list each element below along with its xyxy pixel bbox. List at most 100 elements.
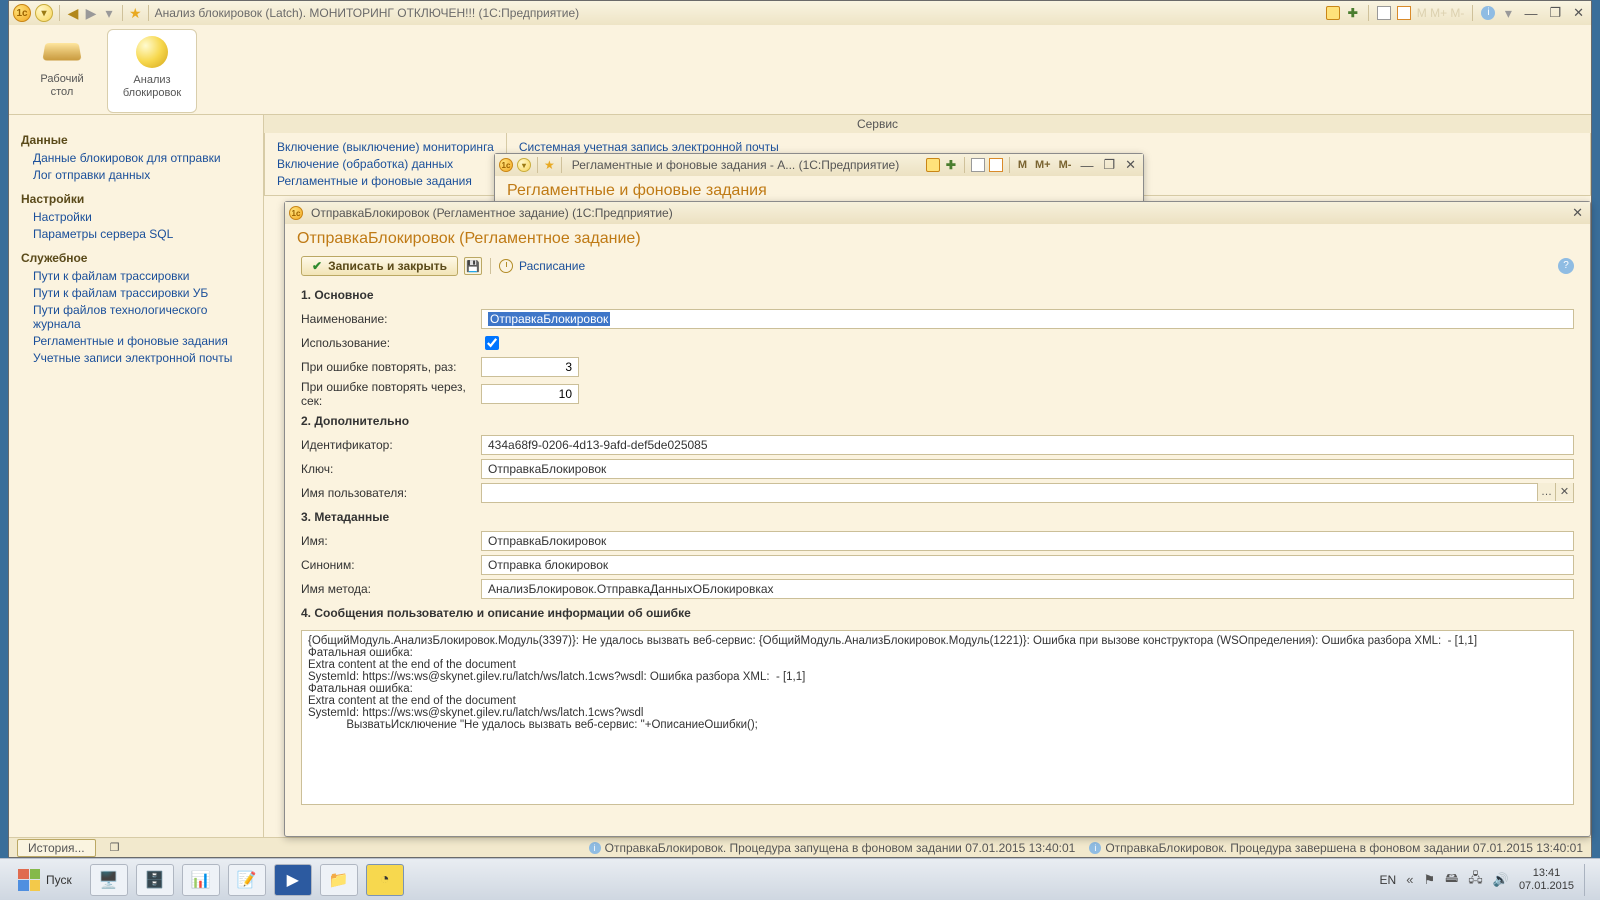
- service-link[interactable]: Включение (обработка) данных: [277, 157, 494, 171]
- sidebar-link[interactable]: Учетные записи электронной почты: [33, 351, 251, 365]
- start-button[interactable]: Пуск: [8, 866, 82, 894]
- tray-flag-icon[interactable]: ⚑: [1423, 872, 1435, 888]
- task-editor[interactable]: 📝: [228, 864, 266, 896]
- task-1c[interactable]: ◔: [366, 864, 404, 896]
- dropdown-icon[interactable]: ▾: [35, 4, 53, 22]
- task-explorer[interactable]: 🖥️: [90, 864, 128, 896]
- name-input[interactable]: ОтправкаБлокировок: [481, 309, 1574, 329]
- task-sql[interactable]: 📊: [182, 864, 220, 896]
- sidebar-link[interactable]: Лог отправки данных: [33, 168, 251, 182]
- tray-expand-icon[interactable]: «: [1406, 872, 1413, 887]
- tray-device-icon[interactable]: 🖴: [1445, 869, 1458, 891]
- task-server[interactable]: 🗄️: [136, 864, 174, 896]
- m-plus-button[interactable]: M+: [1033, 159, 1053, 171]
- calculator-icon[interactable]: [1377, 6, 1391, 20]
- schedule-link[interactable]: Расписание: [519, 259, 585, 273]
- sidebar-link[interactable]: Данные блокировок для отправки: [33, 151, 251, 165]
- method-input[interactable]: [481, 579, 1574, 599]
- sidebar-link[interactable]: Параметры сервера SQL: [33, 227, 251, 241]
- close-button[interactable]: ✕: [1570, 5, 1587, 21]
- tray-sound-icon[interactable]: 🔊: [1493, 872, 1509, 888]
- language-indicator[interactable]: EN: [1380, 873, 1397, 887]
- favorites-list-icon[interactable]: [1326, 6, 1340, 20]
- add-icon[interactable]: ✚: [1346, 6, 1360, 20]
- sidebar-link[interactable]: Пути к файлам трассировки УБ: [33, 286, 251, 300]
- section-analysis[interactable]: Анализ блокировок: [107, 29, 197, 113]
- sidebar-link[interactable]: Пути к файлам трассировки: [33, 269, 251, 283]
- key-input[interactable]: [481, 459, 1574, 479]
- sidebar-link[interactable]: Регламентные и фоновые задания: [33, 334, 251, 348]
- dialog-toolbar: ✔ Записать и закрыть 💾 Расписание ?: [285, 254, 1590, 282]
- select-button[interactable]: …: [1537, 483, 1555, 501]
- username-input[interactable]: [481, 483, 1574, 503]
- nav-back-icon[interactable]: ◀: [66, 5, 80, 22]
- use-checkbox[interactable]: [485, 336, 499, 350]
- dropdown-icon[interactable]: ▾: [517, 158, 531, 172]
- desk-icon: [42, 43, 81, 60]
- tray-network-icon[interactable]: 🖧: [1468, 869, 1483, 891]
- error-textarea[interactable]: {ОбщийМодуль.АнализБлокировок.Модуль(339…: [301, 630, 1574, 805]
- calculator-icon[interactable]: [971, 158, 985, 172]
- synonym-input[interactable]: [481, 555, 1574, 575]
- app-icon[interactable]: 1с: [289, 206, 303, 220]
- retry-interval-input[interactable]: [481, 384, 579, 404]
- identifier-input[interactable]: [481, 435, 1574, 455]
- main-window: 1с ▾ ◀ ▶ ▾ ★ Анализ блокировок (Latch). …: [8, 0, 1592, 858]
- separator: [148, 5, 149, 21]
- sidebar-link[interactable]: Пути файлов технологического журнала: [33, 303, 251, 331]
- history-button[interactable]: История...: [17, 839, 96, 857]
- add-icon[interactable]: ✚: [944, 158, 958, 172]
- dialog-window: 1с ОтправкаБлокировок (Регламентное зада…: [284, 201, 1591, 837]
- maximize-button[interactable]: ❐: [1100, 157, 1118, 173]
- retry-count-input[interactable]: [481, 357, 579, 377]
- meta-name-input[interactable]: [481, 531, 1574, 551]
- m-button[interactable]: M: [1016, 159, 1029, 171]
- task-powershell[interactable]: ▶: [274, 864, 312, 896]
- separator: [59, 5, 60, 21]
- check-icon: ✔: [312, 259, 322, 273]
- app-menu-icon[interactable]: 1с: [13, 4, 31, 22]
- favorite-icon[interactable]: ★: [544, 158, 555, 172]
- app-icon[interactable]: 1с: [499, 158, 513, 172]
- save-and-close-button[interactable]: ✔ Записать и закрыть: [301, 256, 458, 276]
- sidebar-link[interactable]: Настройки: [33, 210, 251, 224]
- help-dropdown-icon[interactable]: ▾: [1501, 5, 1515, 22]
- close-button[interactable]: ✕: [1569, 205, 1586, 221]
- help-icon[interactable]: i: [1481, 6, 1495, 20]
- show-desktop-button[interactable]: [1584, 864, 1592, 896]
- m-button[interactable]: M M+ M-: [1417, 6, 1465, 20]
- selected-text: ОтправкаБлокировок: [488, 312, 610, 326]
- field-label: Ключ:: [301, 462, 481, 476]
- windows-icon[interactable]: ❐: [106, 839, 124, 857]
- clear-button[interactable]: ✕: [1555, 483, 1573, 501]
- minimize-button[interactable]: —: [1077, 158, 1096, 173]
- save-button[interactable]: 💾: [464, 257, 482, 275]
- windows-logo-icon: [18, 869, 40, 891]
- nav-dropdown-icon[interactable]: ▾: [102, 5, 116, 22]
- separator: [490, 258, 491, 274]
- tray-time: 13:41: [1519, 867, 1574, 879]
- help-icon[interactable]: ?: [1558, 258, 1574, 274]
- separator: [1472, 5, 1473, 21]
- service-link[interactable]: Системная учетная запись электронной поч…: [519, 140, 779, 154]
- minimize-button[interactable]: —: [1521, 6, 1540, 21]
- nav-fwd-icon[interactable]: ▶: [84, 5, 98, 22]
- tray-clock[interactable]: 13:41 07.01.2015: [1519, 867, 1574, 891]
- favorites-icon[interactable]: [926, 158, 940, 172]
- section-desktop[interactable]: Рабочий стол: [17, 29, 107, 113]
- maximize-button[interactable]: ❐: [1546, 5, 1564, 21]
- service-link[interactable]: Включение (выключение) мониторинга: [277, 140, 494, 154]
- section-header: 3. Метаданные: [301, 510, 1574, 524]
- calendar-icon[interactable]: [989, 158, 1003, 172]
- task-files[interactable]: 📁: [320, 864, 358, 896]
- section-label: стол: [51, 86, 74, 99]
- close-button[interactable]: ✕: [1122, 157, 1139, 173]
- calendar-icon[interactable]: [1397, 6, 1411, 20]
- field-label: Имя метода:: [301, 582, 481, 596]
- service-link[interactable]: Регламентные и фоновые задания: [277, 174, 494, 188]
- sphere-icon: [136, 36, 168, 68]
- m-minus-button[interactable]: M-: [1057, 159, 1074, 171]
- section-header: 2. Дополнительно: [301, 414, 1574, 428]
- sidebar-group: Данные: [21, 133, 251, 147]
- favorite-icon[interactable]: ★: [129, 5, 142, 22]
